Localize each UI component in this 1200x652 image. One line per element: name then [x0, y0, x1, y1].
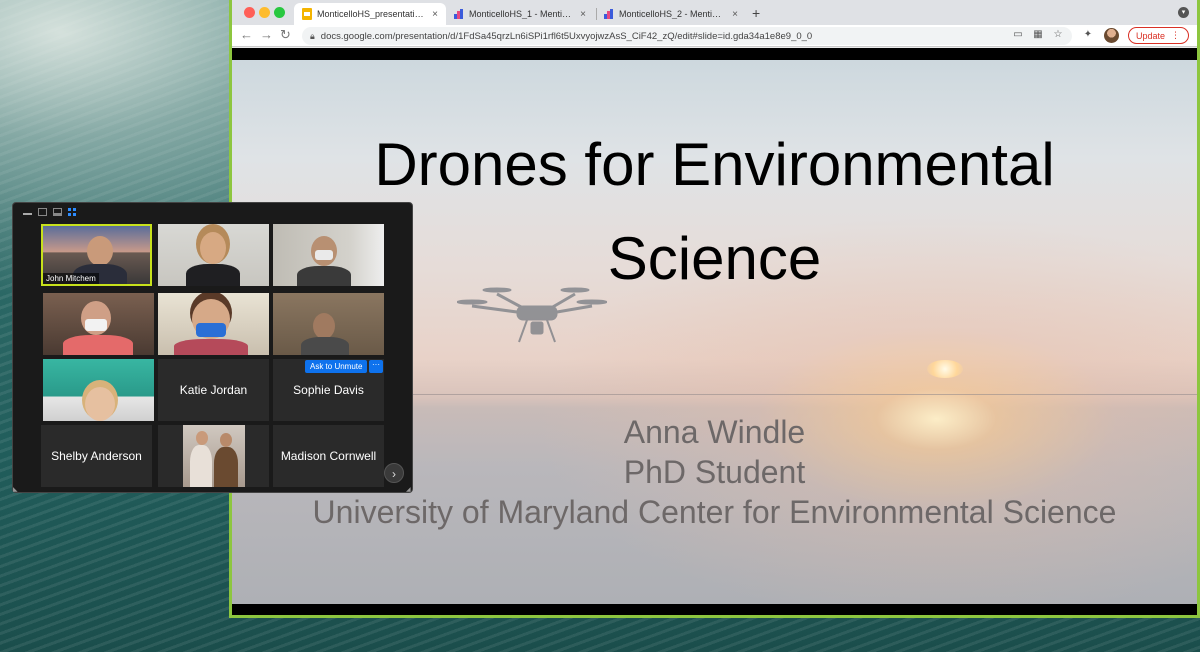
tab-presentation[interactable]: MonticelloHS_presentation - G × [294, 3, 446, 25]
participant-tile[interactable] [43, 293, 154, 355]
address-bar[interactable]: 🔒︎ docs.google.com/presentation/d/1FdSa4… [302, 27, 1072, 45]
qr-code-icon[interactable]: ▦ [1032, 29, 1044, 41]
tab-title: MonticelloHS_1 - Mentimeter [469, 9, 576, 19]
face-mask [196, 323, 226, 337]
resize-handle[interactable]: ◣ [13, 486, 19, 493]
cast-tab-icon[interactable]: ▭ [1012, 29, 1024, 41]
resize-handle[interactable]: ◢ [406, 486, 412, 493]
more-options-button[interactable]: ··· [369, 360, 383, 373]
profile-avatar[interactable] [1104, 28, 1119, 43]
sun-image [927, 360, 963, 378]
participant-tile[interactable] [43, 359, 154, 421]
participant-tile[interactable] [158, 425, 269, 487]
zoom-view-controls [23, 208, 77, 216]
close-tab-icon[interactable]: × [432, 9, 438, 20]
participant-body [301, 337, 349, 355]
close-window-button[interactable] [244, 7, 255, 18]
minimize-window-button[interactable] [259, 7, 270, 18]
participant-tile[interactable] [273, 224, 384, 286]
mentimeter-icon [454, 9, 464, 19]
participant-tile[interactable] [273, 293, 384, 355]
bookmark-star-icon[interactable]: ☆ [1052, 29, 1064, 41]
back-arrow-icon[interactable]: ← [240, 27, 253, 42]
next-page-chevron-icon[interactable]: › [384, 463, 404, 483]
reload-icon[interactable]: ↻ [280, 27, 291, 43]
strip-view-icon[interactable] [53, 208, 62, 216]
participant-body [63, 335, 133, 355]
update-label: Update [1135, 30, 1165, 41]
new-tab-button[interactable]: + [752, 5, 760, 21]
tab-title: MonticelloHS_presentation - G [317, 9, 427, 19]
face-mask [315, 250, 333, 260]
google-slides-icon [302, 8, 312, 20]
participant-face [87, 236, 113, 266]
more-vert-icon: ⋮ [1171, 30, 1180, 40]
participant-face [313, 313, 335, 339]
participant-body [297, 266, 351, 286]
slide-title-line: Drones for Environmental [374, 131, 1055, 198]
forward-arrow-icon[interactable]: → [260, 27, 273, 42]
zoom-gallery-window: John Mitchem Katie Jordan Sophie Davis A… [12, 202, 413, 493]
speaker-view-icon[interactable] [38, 208, 47, 216]
extensions-puzzle-icon[interactable]: ✦ [1082, 29, 1094, 41]
url-text: docs.google.com/presentation/d/1FdSa45qr… [320, 30, 813, 42]
participant-body [186, 264, 240, 286]
ask-to-unmute-button[interactable]: Ask to Unmute [305, 360, 368, 373]
participant-name: Madison Cornwell [280, 449, 377, 463]
participant-tile[interactable]: Shelby Anderson [41, 425, 152, 487]
close-tab-icon[interactable]: × [732, 9, 738, 20]
participant-face [85, 387, 115, 421]
browser-toolbar: ← → ↻ 🔒︎ docs.google.com/presentation/d/… [232, 25, 1197, 47]
participant-tile[interactable]: Madison Cornwell [273, 425, 384, 487]
presenter-affiliation: University of Maryland Center for Enviro… [312, 494, 1117, 530]
participant-face [196, 431, 208, 445]
close-tab-icon[interactable]: × [580, 9, 586, 20]
participant-body [174, 339, 248, 355]
tab-mentimeter-2[interactable]: MonticelloHS_2 - Mentimeter × [596, 3, 746, 25]
tab-search-icon[interactable]: ▾ [1178, 7, 1189, 18]
participant-name: Katie Jordan [179, 383, 248, 397]
tab-bar: MonticelloHS_presentation - G × Monticel… [232, 0, 1197, 25]
update-button[interactable]: Update ⋮ [1127, 27, 1189, 44]
participant-tile[interactable]: John Mitchem [41, 224, 152, 286]
participant-body [214, 447, 238, 487]
gallery-view-icon[interactable] [68, 208, 77, 216]
minimize-icon[interactable] [23, 209, 32, 215]
maximize-window-button[interactable] [274, 7, 285, 18]
participant-body [190, 445, 212, 487]
face-mask [85, 319, 107, 331]
participant-tile[interactable]: Katie Jordan [158, 359, 269, 421]
participant-name: John Mitchem [43, 273, 99, 284]
participant-name: Shelby Anderson [51, 449, 142, 463]
lock-icon: 🔒︎ [310, 30, 315, 41]
participant-face [220, 433, 232, 447]
participant-tile[interactable] [158, 224, 269, 286]
participant-face [200, 232, 226, 264]
mentimeter-icon [604, 9, 614, 19]
tab-title: MonticelloHS_2 - Mentimeter [619, 9, 728, 19]
tab-mentimeter-1[interactable]: MonticelloHS_1 - Mentimeter × [446, 3, 594, 25]
participant-tile[interactable] [158, 293, 269, 355]
